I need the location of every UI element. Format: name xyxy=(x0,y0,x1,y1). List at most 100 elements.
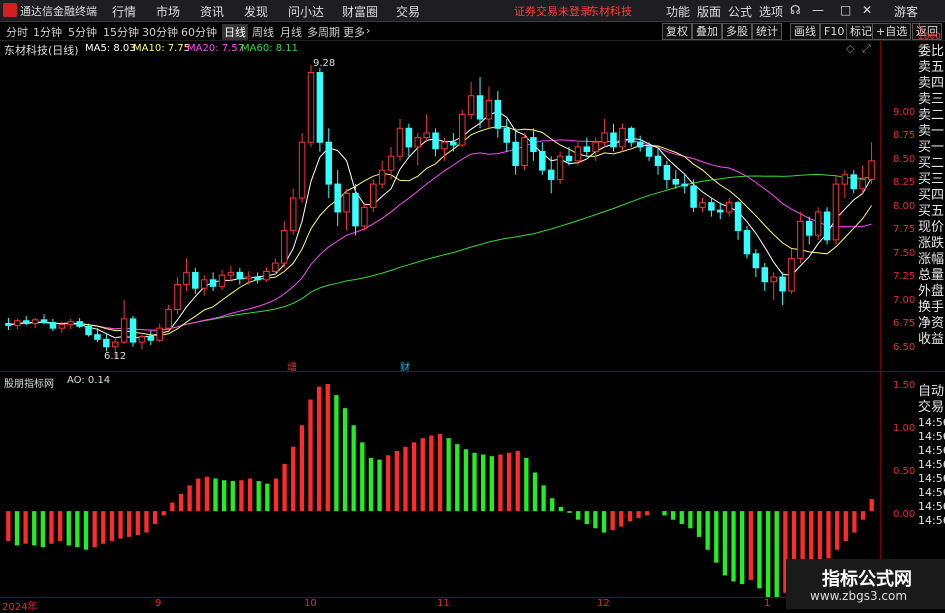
candle-body xyxy=(174,283,181,311)
candle-body xyxy=(690,185,697,208)
x-tick: 12 xyxy=(597,598,610,609)
y-tick: 8.25 xyxy=(893,177,916,188)
candle-body xyxy=(58,323,66,329)
overlay-button[interactable]: 叠加 xyxy=(692,23,722,40)
menu-quotes[interactable]: 行情 xyxy=(112,3,136,20)
tab-5min[interactable]: 5分钟 xyxy=(68,24,97,40)
candle-body xyxy=(583,146,591,153)
candle-body xyxy=(761,267,769,283)
candle-body xyxy=(200,279,208,289)
menu-news[interactable]: 资讯 xyxy=(200,3,224,20)
order-book-label: 总量 xyxy=(918,268,945,283)
headset-icon[interactable]: ☊ xyxy=(790,3,801,17)
tick-time: 14:56 xyxy=(918,500,945,513)
order-book-panel: 委比 卖五 卖四 卖三 卖二 卖一 买一 买二 买三 买四 买五 现价 涨跌 涨… xyxy=(918,44,945,348)
x-tick: 10 xyxy=(304,598,317,609)
menu-ask[interactable]: 问小达 xyxy=(288,3,324,20)
tab-15min[interactable]: 15分钟 xyxy=(103,24,139,40)
candle-body xyxy=(521,137,528,166)
candle-body xyxy=(628,127,635,143)
order-book-label: 卖五 xyxy=(918,60,945,75)
candle-body xyxy=(797,220,804,259)
order-book-label: 买四 xyxy=(918,188,945,203)
candle-body xyxy=(227,271,235,276)
candle-body xyxy=(209,279,217,287)
candle-body xyxy=(743,230,751,255)
candle-body xyxy=(352,192,359,227)
tab-30min[interactable]: 30分钟 xyxy=(142,24,178,40)
app-title: 通达信金融终端 xyxy=(20,5,97,18)
tab-60min[interactable]: 60分钟 xyxy=(181,24,217,40)
candle-body xyxy=(138,336,146,343)
multi-stock-button[interactable]: 多股 xyxy=(722,23,752,40)
candle-body xyxy=(494,99,502,129)
candle-body xyxy=(672,178,680,185)
auto-label[interactable]: 自动 xyxy=(918,384,945,400)
y-tick: 7.50 xyxy=(893,248,916,259)
order-book-label: 买二 xyxy=(918,156,945,171)
candle-body xyxy=(14,320,21,326)
tab-more[interactable]: 更多 xyxy=(343,24,365,40)
menu-trade[interactable]: 交易 xyxy=(396,3,420,20)
guest-label[interactable]: 游客 xyxy=(894,3,918,20)
menu-formula[interactable]: 公式 xyxy=(728,3,752,20)
stats-button[interactable]: 统计 xyxy=(752,23,782,40)
x-tick: 9 xyxy=(155,598,162,609)
candle-body xyxy=(378,169,386,185)
tab-1min[interactable]: 1分钟 xyxy=(33,24,62,40)
menu-market[interactable]: 市场 xyxy=(156,3,180,20)
candle-body xyxy=(556,155,564,180)
trade-label[interactable]: 交易 xyxy=(918,400,945,416)
menu-function[interactable]: 功能 xyxy=(666,3,690,20)
candle-body xyxy=(165,309,172,329)
y-tick: 1.00 xyxy=(893,423,916,434)
adjust-button[interactable]: 复权 xyxy=(662,23,692,40)
tab-daily[interactable]: 日线 xyxy=(222,24,248,40)
x-tick: 11 xyxy=(437,598,450,609)
candle-body xyxy=(752,253,760,269)
candle-body xyxy=(654,155,662,166)
y-tick: 7.25 xyxy=(893,271,916,282)
candle-body xyxy=(574,146,582,162)
menu-options[interactable]: 选项 xyxy=(759,3,783,20)
candle-body xyxy=(823,211,831,241)
draw-button[interactable]: 画线 xyxy=(790,23,820,40)
maximize-icon[interactable]: □ xyxy=(840,3,851,17)
ao-histogram[interactable] xyxy=(0,372,880,597)
order-book-label: 卖一 xyxy=(918,124,945,139)
chevron-right-icon[interactable]: › xyxy=(366,24,370,37)
candle-body xyxy=(458,113,466,146)
minimize-icon[interactable]: — xyxy=(812,3,824,17)
candle-body xyxy=(503,127,510,143)
tab-monthly[interactable]: 月线 xyxy=(280,24,302,40)
low-annotation: 6.12 xyxy=(104,351,127,362)
candle-body xyxy=(779,276,786,292)
y-tick: 0.50 xyxy=(893,466,916,477)
login-notice[interactable]: 证券交易未登录 xyxy=(514,3,591,19)
close-icon[interactable]: ✕ xyxy=(862,3,872,17)
order-book-label: 卖四 xyxy=(918,76,945,91)
order-book-label: 涨幅 xyxy=(918,252,945,267)
add-favorite-button[interactable]: +自选 xyxy=(872,23,912,40)
menu-wealth[interactable]: 财富圈 xyxy=(342,3,378,20)
stock-short-name: 东材科技 xyxy=(588,5,632,18)
menu-discover[interactable]: 发现 xyxy=(244,3,268,20)
candlestick-chart[interactable] xyxy=(0,40,880,370)
trade-ticks-panel: 自动 交易 14:56 14:56 14:56 14:56 14:56 14:5… xyxy=(918,384,945,528)
tick-time: 14:56 xyxy=(918,416,945,429)
candle-body xyxy=(530,137,537,153)
candle-body xyxy=(183,271,190,285)
level-indicator: L 1000 xyxy=(918,22,941,42)
ma20-line xyxy=(8,139,872,331)
period-toolbar: 分时 1分钟 5分钟 15分钟 30分钟 60分钟 日线 周线 月线 多周期 更… xyxy=(0,22,945,41)
candle-body xyxy=(76,321,83,327)
tab-intraday[interactable]: 分时 xyxy=(6,24,28,40)
order-book-label: 卖二 xyxy=(918,108,945,123)
menu-layout[interactable]: 版面 xyxy=(697,3,721,20)
candle-body xyxy=(218,274,226,287)
f10-button[interactable]: F10 xyxy=(820,23,849,40)
tab-weekly[interactable]: 周线 xyxy=(252,24,274,40)
candle-body xyxy=(619,127,626,148)
tab-multi-period[interactable]: 多周期 xyxy=(307,24,340,40)
candle-body xyxy=(298,141,306,199)
